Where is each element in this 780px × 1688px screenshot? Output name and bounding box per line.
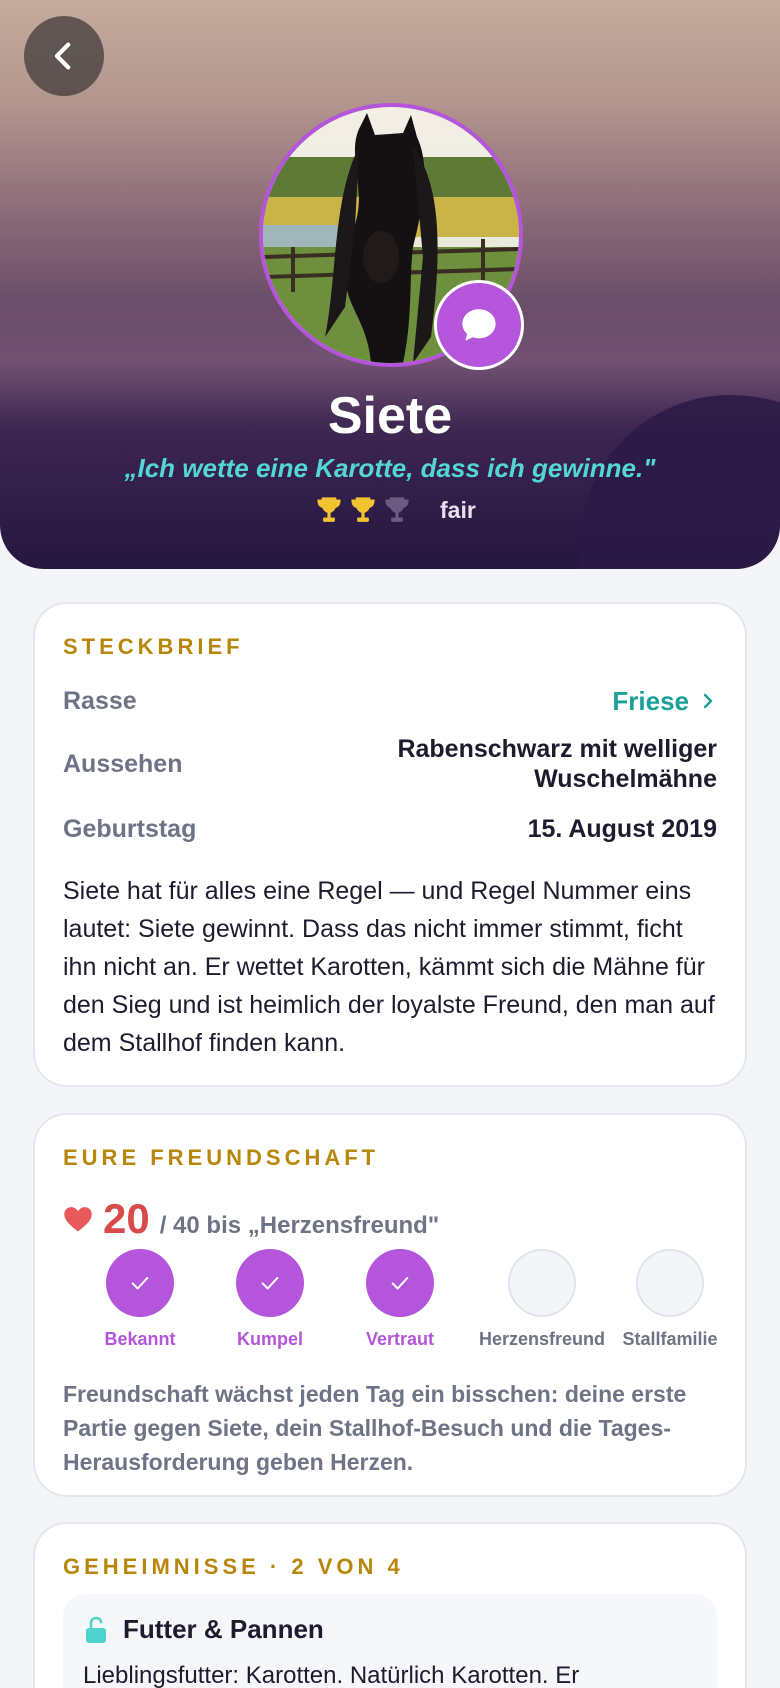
secret-item[interactable]: Futter & Pannen Lieblingsfutter: Karotte…	[63, 1594, 717, 1688]
appearance-row: Aussehen Rabenschwarz mit welliger Wusch…	[63, 732, 717, 796]
level-bekannt: Bekannt	[75, 1249, 205, 1350]
secret-title: Futter & Pannen	[123, 1614, 324, 1644]
level-stallfamilie: Stallfamilie	[595, 1249, 745, 1350]
chevron-left-icon	[54, 42, 71, 70]
chat-button[interactable]	[434, 280, 524, 370]
level-vertraut: Vertraut	[335, 1249, 465, 1350]
level-circle	[366, 1249, 434, 1317]
checkmark-icon	[131, 1276, 149, 1290]
chat-bubble-icon	[462, 309, 496, 341]
birthday-row: Geburtstag 15. August 2019	[63, 812, 717, 846]
level-circle	[636, 1249, 704, 1317]
breed-label: Rasse	[63, 686, 137, 715]
breed-value: Friese	[612, 685, 689, 716]
heart-icon	[64, 1207, 92, 1232]
profile-card: STECKBRIEF Rasse Friese Aussehen Rabensc…	[33, 602, 747, 1087]
friendship-score: 20 / 40 bis „Herzensfreund"	[63, 1195, 439, 1243]
appearance-value: Rabenschwarz mit welliger Wuschelmähne	[397, 734, 717, 794]
profile-name: Siete	[327, 387, 453, 445]
card-title: GEHEIMNISSE · 2 VON 4	[63, 1554, 404, 1579]
secret-header: Futter & Pannen	[85, 1614, 324, 1645]
unlock-icon	[86, 1616, 106, 1643]
profile-quote: „Ich wette eine Karotte, dass ich gewinn…	[124, 453, 656, 483]
level-label: Bekannt	[104, 1329, 176, 1349]
level-circle	[236, 1249, 304, 1317]
level-label: Stallfamilie	[622, 1329, 718, 1349]
friendship-points: 20	[103, 1195, 150, 1242]
birthday-label: Geburtstag	[63, 814, 197, 843]
card-title: STECKBRIEF	[63, 634, 244, 659]
breed-row: Rasse Friese	[63, 684, 717, 718]
trophy-icon	[317, 497, 341, 522]
appearance-line-1: Rabenschwarz mit welliger	[397, 735, 717, 763]
level-kumpel: Kumpel	[205, 1249, 335, 1350]
trophy-empty-icon	[385, 497, 409, 522]
secret-text: Lieblingsfutter: Karotten. Natürlich Kar…	[83, 1662, 580, 1688]
bio-text: Siete hat für alles eine Regel — und Reg…	[63, 877, 715, 1057]
appearance-line-2: Wuschelmähne	[534, 765, 717, 793]
checkmark-icon	[391, 1276, 409, 1290]
secrets-card: GEHEIMNISSE · 2 VON 4 Futter & Pannen Li…	[33, 1522, 747, 1688]
level-label: Vertraut	[365, 1329, 435, 1349]
profile-header: Siete „Ich wette eine Karotte, dass ich …	[0, 0, 780, 569]
checkmark-icon	[261, 1276, 279, 1290]
level-circle	[106, 1249, 174, 1317]
breed-link[interactable]: Friese	[612, 686, 717, 717]
level-label: Kumpel	[236, 1329, 303, 1349]
birthday-value: 15. August 2019	[527, 815, 717, 843]
trophy-icon	[351, 497, 375, 522]
friendship-card: EURE FREUNDSCHAFT 20 / 40 bis „Herzensfr…	[33, 1113, 747, 1497]
appearance-label: Aussehen	[63, 749, 183, 778]
back-button[interactable]	[24, 16, 104, 96]
chevron-right-icon	[703, 693, 713, 709]
trophy-rating: fair	[316, 496, 476, 524]
friendship-goal: / 40 bis „Herzensfreund"	[159, 1212, 440, 1239]
rating-label: fair	[440, 496, 476, 523]
level-circle	[508, 1249, 576, 1317]
card-title: EURE FREUNDSCHAFT	[63, 1145, 380, 1170]
friendship-note: Freundschaft wächst jeden Tag ein bissch…	[63, 1381, 687, 1475]
